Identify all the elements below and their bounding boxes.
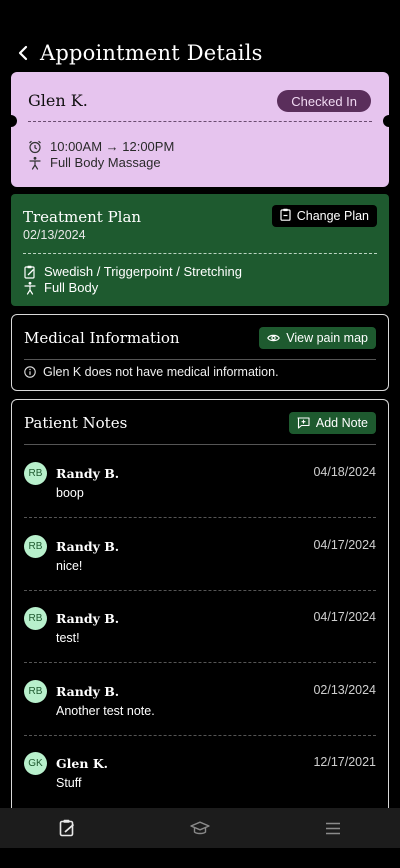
note-text: boop [56, 486, 84, 500]
divider [24, 444, 376, 445]
note-item[interactable]: RB Randy B. 04/17/2024 test! [24, 607, 376, 680]
note-author: Randy B. [56, 539, 120, 554]
chevron-left-icon [18, 45, 28, 61]
ticket-notch-left [5, 115, 17, 127]
note-item[interactable]: RB Randy B. 02/13/2024 Another test note… [24, 680, 376, 753]
add-note-label: Add Note [315, 416, 368, 430]
message-plus-icon [297, 417, 310, 429]
add-note-button[interactable]: Add Note [288, 412, 376, 434]
person-stretch-icon [28, 156, 42, 170]
alarm-clock-icon [28, 140, 42, 154]
patient-notes-card: Patient Notes Add Note RB Randy B. 04/18… [11, 399, 389, 819]
note-item[interactable]: RB Randy B. 04/18/2024 boop [24, 462, 376, 535]
note-author: Randy B. [56, 611, 120, 626]
treatment-plan-date: 02/13/2024 [23, 228, 86, 242]
treatment-plan-card: Treatment Plan 02/13/2024 Change Plan Sw… [11, 194, 389, 306]
note-date: 04/17/2024 [313, 610, 376, 624]
note-separator [24, 662, 376, 663]
medical-info-text: Glen K does not have medical information… [43, 365, 279, 379]
note-author: Randy B. [56, 684, 120, 699]
avatar: RB [24, 535, 47, 558]
nav-appointments[interactable] [57, 818, 77, 838]
techniques-row: Swedish / Triggerpoint / Stretching [23, 264, 242, 279]
note-date: 04/18/2024 [313, 465, 376, 479]
avatar: GK [24, 752, 47, 775]
nav-education[interactable] [190, 818, 210, 838]
nav-menu[interactable] [323, 818, 343, 838]
appointment-time-row: 10:00AM → 12:00PM [28, 139, 174, 154]
divider [28, 121, 372, 122]
note-text: Another test note. [56, 704, 155, 718]
note-separator [24, 517, 376, 518]
avatar: RB [24, 607, 47, 630]
eye-icon [267, 333, 281, 343]
treatment-techniques: Swedish / Triggerpoint / Stretching [44, 264, 242, 279]
change-plan-label: Change Plan [296, 209, 369, 223]
note-text: Stuff [56, 776, 82, 790]
note-separator [24, 735, 376, 736]
area-row: Full Body [23, 280, 98, 295]
medical-info-message: Glen K does not have medical information… [24, 365, 279, 379]
appointment-time: 10:00AM → 12:00PM [50, 139, 175, 154]
system-bar [0, 848, 400, 868]
clipboard-icon [280, 208, 291, 224]
note-date: 12/17/2021 [313, 755, 376, 769]
clipboard-icon [59, 819, 74, 837]
status-badge: Checked In [277, 90, 371, 112]
note-date: 04/17/2024 [313, 538, 376, 552]
medical-information-title: Medical Information [24, 329, 180, 347]
person-stretch-icon [23, 281, 37, 295]
treatment-area: Full Body [44, 280, 99, 295]
avatar: RB [24, 462, 47, 485]
header: Appointment Details [0, 36, 400, 70]
note-date: 02/13/2024 [313, 683, 376, 697]
note-text: test! [56, 631, 80, 645]
patient-notes-title: Patient Notes [24, 414, 128, 432]
info-icon [24, 366, 36, 378]
note-separator [24, 590, 376, 591]
divider [24, 359, 376, 360]
view-pain-map-button[interactable]: View pain map [259, 327, 376, 349]
treatment-plan-title: Treatment Plan [23, 208, 142, 226]
back-button[interactable] [8, 38, 38, 68]
appointment-card[interactable]: Glen K. Checked In 10:00AM → 12:00PM Ful… [5, 72, 395, 187]
ticket-notch-right [383, 115, 395, 127]
menu-icon [326, 822, 340, 834]
clipboard-edit-icon [23, 265, 37, 279]
avatar: RB [24, 680, 47, 703]
appointment-service: Full Body Massage [50, 155, 161, 170]
view-pain-map-label: View pain map [286, 331, 368, 345]
note-text: nice! [56, 559, 83, 573]
divider [23, 253, 377, 254]
graduation-cap-icon [190, 821, 210, 834]
note-author: Randy B. [56, 466, 120, 481]
appointment-service-row: Full Body Massage [28, 155, 161, 170]
change-plan-button[interactable]: Change Plan [271, 205, 377, 227]
note-author: Glen K. [56, 756, 109, 771]
medical-information-card: Medical Information View pain map Glen K… [11, 314, 389, 391]
patient-name: Glen K. [28, 91, 88, 110]
page-title: Appointment Details [40, 41, 263, 65]
bottom-nav [0, 808, 400, 848]
note-item[interactable]: RB Randy B. 04/17/2024 nice! [24, 535, 376, 608]
